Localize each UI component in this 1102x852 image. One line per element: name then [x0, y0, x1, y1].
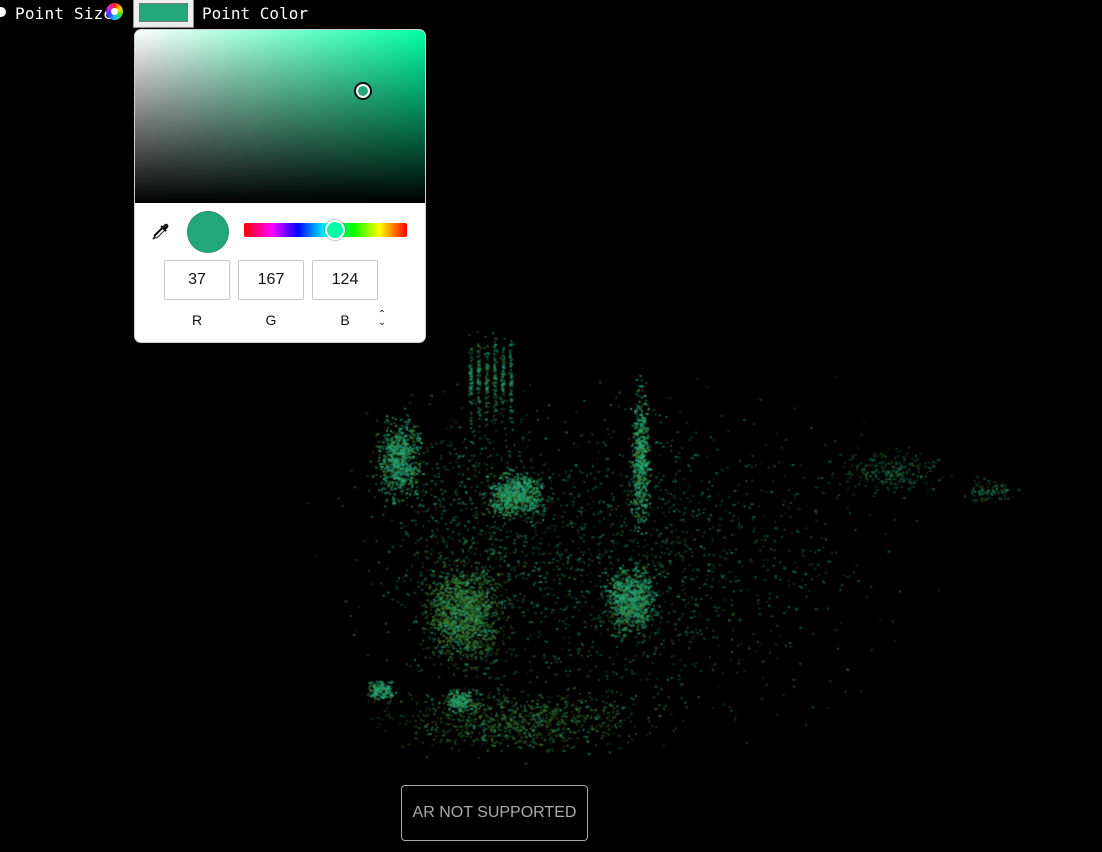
saturation-value-area[interactable]: [135, 30, 425, 203]
blue-channel-input[interactable]: [312, 260, 378, 300]
blue-channel-label: B: [340, 312, 350, 328]
eyedropper-icon[interactable]: [149, 221, 171, 243]
point-color-swatch: [139, 3, 188, 22]
current-color-preview: [187, 211, 229, 253]
red-channel-label: R: [191, 312, 203, 328]
red-channel-input[interactable]: [164, 260, 230, 300]
ar-not-supported-button[interactable]: AR NOT SUPPORTED: [401, 785, 588, 841]
color-wheel-icon: [106, 3, 123, 20]
chevron-up-down-icon[interactable]: ⌃ ⌄: [375, 310, 389, 329]
saturation-value-handle[interactable]: [353, 81, 372, 100]
color-picker-popup: R G B ⌃⌄: [134, 29, 426, 343]
green-channel-label: G: [265, 312, 277, 328]
point-color-label: Point Color: [202, 4, 308, 23]
point-color-swatch-button[interactable]: [133, 0, 194, 28]
point-size-label: Point Size: [15, 4, 114, 23]
hue-slider-thumb[interactable]: [325, 220, 345, 240]
green-channel-input[interactable]: [238, 260, 304, 300]
